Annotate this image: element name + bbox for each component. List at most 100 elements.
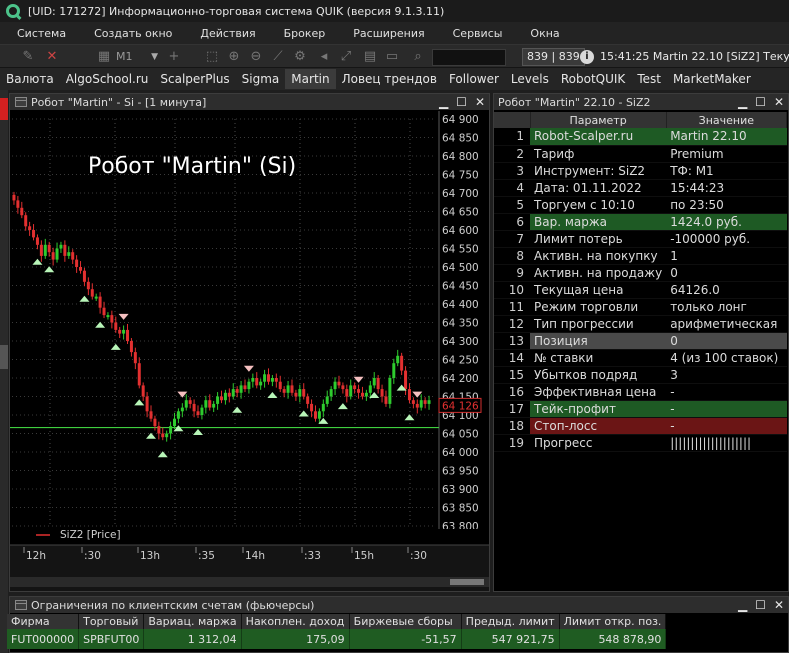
candle-body bbox=[310, 403, 314, 412]
menu-create-window[interactable]: Создать окно bbox=[77, 27, 183, 40]
maximize-icon[interactable]: ☐ bbox=[456, 94, 467, 110]
close-icon[interactable]: ✕ bbox=[475, 94, 485, 110]
maximize-icon[interactable]: ☐ bbox=[755, 94, 766, 110]
col-exchange-fees[interactable]: Биржевые сборы bbox=[349, 614, 462, 629]
scroll-left-icon[interactable]: ◂ bbox=[316, 49, 332, 65]
menu-system[interactable]: Система bbox=[0, 27, 77, 40]
tab-test[interactable]: Test bbox=[631, 69, 667, 89]
param-row[interactable]: 7 Лимит потерь -100000 руб. bbox=[494, 230, 787, 248]
menu-windows[interactable]: Окна bbox=[513, 27, 570, 40]
y-tick-label: 64 300 bbox=[442, 336, 479, 348]
menu-services[interactable]: Сервисы bbox=[436, 27, 514, 40]
params-window-header[interactable]: Робот "Martin" 22.10 - SiZ2 ▁ ☐ ✕ bbox=[494, 94, 788, 110]
y-tick-label: 63 900 bbox=[442, 484, 479, 496]
chart-window-header[interactable]: Робот "Martin" - Si - [1 минута] ▁ ☐ ✕ bbox=[10, 94, 489, 110]
param-value: 1 bbox=[666, 247, 787, 265]
print-icon[interactable]: ▭ bbox=[384, 49, 400, 65]
param-row[interactable]: 14 № ставки 4 (из 100 ставок) bbox=[494, 349, 787, 367]
param-row[interactable]: 16 Эффективная цена - bbox=[494, 383, 787, 401]
price-chart[interactable]: 64 900 64 850 64 800 64 750 64 700 64 650 64 6… bbox=[10, 111, 489, 591]
param-row[interactable]: 15 Убытков подряд 3 bbox=[494, 366, 787, 384]
crosshair-icon[interactable]: + bbox=[166, 49, 182, 65]
tab-sigma[interactable]: Sigma bbox=[236, 69, 286, 89]
chart-scrollbar-thumb[interactable] bbox=[450, 579, 484, 585]
col-trading-account[interactable]: Торговый bbox=[78, 614, 145, 629]
tab-martin[interactable]: Martin bbox=[285, 69, 336, 89]
param-row[interactable]: 4 Дата: 01.11.2022 15:44:23 bbox=[494, 179, 787, 197]
table-row[interactable]: FUT000000 SPBFUT00 1 312,04 175,09 -51,5… bbox=[7, 629, 667, 649]
menu-actions[interactable]: Действия bbox=[183, 27, 266, 40]
param-row[interactable]: 1 Robot-Scalper.ru Martin 22.10 bbox=[494, 128, 787, 146]
settings-icon[interactable]: ⚙ bbox=[292, 49, 308, 65]
info-icon[interactable]: i bbox=[580, 50, 594, 64]
param-row[interactable]: 19 Прогресс |||||||||||||||||||| bbox=[494, 434, 787, 452]
col-open-position-limit[interactable]: Лимит откр. поз. bbox=[559, 614, 667, 629]
param-row[interactable]: 5 Торгуем с 10:10 по 23:50 bbox=[494, 196, 787, 214]
minimize-icon[interactable]: ▁ bbox=[439, 94, 448, 110]
menu-broker[interactable]: Брокер bbox=[267, 27, 337, 40]
param-value: 4 (из 100 ставок) bbox=[666, 349, 787, 367]
chart-scrollbar[interactable] bbox=[10, 577, 489, 587]
timeframe-select[interactable]: M1 ▼ bbox=[112, 49, 160, 65]
param-row[interactable]: 2 Тариф Premium bbox=[494, 145, 787, 163]
tab-scalperplus[interactable]: ScalperPlus bbox=[154, 69, 235, 89]
candle-body bbox=[94, 296, 98, 299]
candle-body bbox=[204, 400, 208, 408]
param-row[interactable]: 3 Инструмент: SiZ2 ТФ: M1 bbox=[494, 162, 787, 180]
param-row-number: 19 bbox=[494, 434, 530, 452]
candle-body bbox=[20, 207, 24, 216]
zoom-area-icon[interactable]: ⬚ bbox=[204, 49, 220, 65]
candle-body bbox=[270, 378, 274, 382]
candle-body bbox=[392, 363, 396, 378]
tab-marketmaker[interactable]: MarketMaker bbox=[667, 69, 757, 89]
tab-trend-catcher[interactable]: Ловец трендов bbox=[336, 69, 443, 89]
expand-icon[interactable]: ⤢ bbox=[338, 49, 354, 65]
draw-line-icon[interactable]: ⟋ bbox=[270, 49, 286, 65]
close-icon[interactable]: ✕ bbox=[774, 597, 784, 613]
candle-body bbox=[376, 378, 380, 390]
col-number[interactable] bbox=[494, 112, 531, 128]
search-field[interactable] bbox=[432, 49, 506, 66]
col-prev-limit[interactable]: Предыд. лимит bbox=[461, 614, 560, 629]
param-name: Режим торговли bbox=[530, 298, 667, 316]
param-row[interactable]: 10 Текущая цена 64126.0 bbox=[494, 281, 787, 299]
tab-robotquik[interactable]: RobotQUIK bbox=[555, 69, 631, 89]
tab-levels[interactable]: Levels bbox=[505, 69, 555, 89]
tab-valuta[interactable]: Валюта bbox=[0, 69, 60, 89]
param-row[interactable]: 11 Режим торговли только лонг bbox=[494, 298, 787, 316]
maximize-icon[interactable]: ☐ bbox=[755, 597, 766, 613]
menu-extensions[interactable]: Расширения bbox=[336, 27, 435, 40]
param-row[interactable]: 12 Тип прогрессии арифметическая bbox=[494, 315, 787, 333]
param-value: |||||||||||||||||||| bbox=[666, 434, 787, 452]
col-accrued-income[interactable]: Накоплен. доход bbox=[241, 614, 350, 629]
candle-body bbox=[98, 296, 102, 308]
dock-handle[interactable] bbox=[0, 345, 8, 369]
message-counter[interactable]: 839 | 839 bbox=[522, 48, 585, 66]
param-name: Инструмент: SiZ2 bbox=[530, 162, 667, 180]
col-value[interactable]: Значение bbox=[666, 112, 788, 128]
param-row[interactable]: 6 Вар. маржа 1424.0 руб. bbox=[494, 213, 787, 231]
param-row[interactable]: 17 Тейк-профит - bbox=[494, 400, 787, 418]
close-icon[interactable]: ✕ bbox=[774, 94, 784, 110]
zoom-out-icon[interactable]: ⊖ bbox=[248, 49, 264, 65]
candle-body bbox=[364, 392, 368, 397]
col-variation-margin[interactable]: Вариац. маржа bbox=[143, 614, 242, 629]
candle-body bbox=[165, 433, 169, 438]
param-row[interactable]: 13 Позиция 0 bbox=[494, 332, 787, 350]
tab-algoschool[interactable]: AlgoSchool.ru bbox=[60, 69, 155, 89]
erase-icon[interactable]: ✕ bbox=[44, 49, 60, 65]
limits-window-header[interactable]: Ограничения по клиентским счетам (фьючер… bbox=[10, 597, 788, 613]
param-row[interactable]: 18 Стоп-лосс - bbox=[494, 417, 787, 435]
col-firm[interactable]: Фирма bbox=[7, 614, 80, 629]
param-row[interactable]: 9 Активн. на продажу 0 bbox=[494, 264, 787, 282]
zoom-in-icon[interactable]: ⊕ bbox=[226, 49, 242, 65]
col-param[interactable]: Параметр bbox=[530, 112, 667, 128]
pencil-icon[interactable]: ✎ bbox=[20, 49, 36, 65]
chart-area[interactable]: 64 900 64 850 64 800 64 750 64 700 64 650 64 6… bbox=[10, 111, 489, 591]
search-icon[interactable]: ⌕ bbox=[410, 49, 426, 65]
minimize-icon[interactable]: ▁ bbox=[738, 94, 747, 110]
tab-follower[interactable]: Follower bbox=[443, 69, 505, 89]
grid-icon[interactable]: ▤ bbox=[362, 49, 378, 65]
minimize-icon[interactable]: ▁ bbox=[738, 597, 747, 613]
param-row[interactable]: 8 Активн. на покупку 1 bbox=[494, 247, 787, 265]
